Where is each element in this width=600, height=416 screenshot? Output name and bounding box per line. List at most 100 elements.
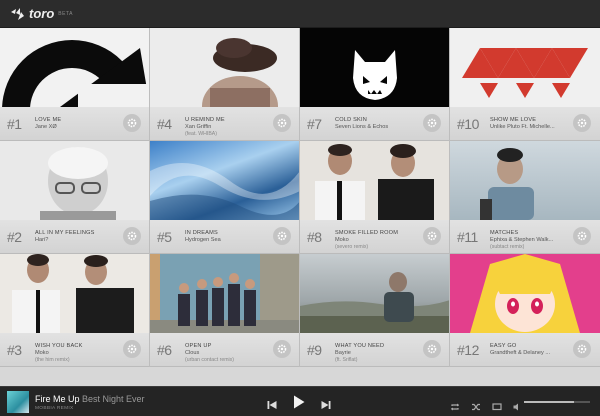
gear-icon[interactable] — [123, 227, 141, 245]
play-icon[interactable] — [293, 395, 305, 414]
gear-icon[interactable] — [273, 227, 291, 245]
track-artist: Hydrogen Sea — [185, 237, 221, 243]
track-rank: #12 — [457, 342, 479, 358]
gear-icon[interactable] — [573, 114, 591, 132]
album-art — [450, 141, 600, 220]
track-info: #2 ALL IN MY FEELINGS Hari? — [0, 220, 149, 254]
track-info: #4 U REMIND ME Xan Griffin (feat. WHIBA) — [150, 107, 299, 141]
track-tile[interactable]: #5 IN DREAMS Hydrogen Sea — [150, 141, 300, 254]
track-rank: #1 — [7, 116, 22, 132]
track-info: #5 IN DREAMS Hydrogen Sea — [150, 220, 299, 254]
track-artist: Bayrie — [335, 350, 351, 356]
song-subtitle: MOBBIA REMIX — [35, 406, 74, 411]
track-title: ALL IN MY FEELINGS — [35, 230, 95, 236]
track-artist: Clous — [185, 350, 200, 356]
album-art — [0, 254, 149, 333]
track-artist: Moko — [35, 350, 49, 356]
track-remix: (urban contact remix) — [185, 357, 235, 363]
track-grid: #1 LOVE ME Jane XØ #4 U REMIND ME Xan Gr… — [0, 28, 600, 386]
track-remix: (subtact remix) — [490, 244, 525, 250]
track-tile[interactable]: #1 LOVE ME Jane XØ — [0, 28, 150, 141]
repeat-icon[interactable] — [450, 398, 460, 416]
track-tile[interactable]: #7 COLD SKIN Seven Lions & Echos — [300, 28, 450, 141]
track-artist: Moko — [335, 237, 349, 243]
track-info: #8 SMOKE FILLED ROOM Moko (severo remix) — [300, 220, 449, 254]
track-title: IN DREAMS — [185, 230, 218, 236]
album-art — [450, 28, 600, 107]
track-artist: Jane XØ — [35, 124, 57, 130]
now-playing-title[interactable]: Fire Me Up Best Night Ever — [35, 394, 145, 404]
gear-icon[interactable] — [423, 340, 441, 358]
track-rank: #7 — [307, 116, 322, 132]
track-title: OPEN UP — [185, 343, 212, 349]
track-info: #12 EASY GO Grandtheft & Delaney ... — [450, 333, 600, 367]
track-tile[interactable]: #3 WISH YOU BACK Moko (the him remix) — [0, 254, 150, 367]
album-art — [150, 28, 299, 107]
album-art — [300, 141, 449, 220]
gear-icon[interactable] — [273, 340, 291, 358]
track-title: U REMIND ME — [185, 117, 225, 123]
gear-icon[interactable] — [423, 227, 441, 245]
track-remix: (feat. WHIBA) — [185, 131, 217, 137]
track-info: #6 OPEN UP Clous (urban contact remix) — [150, 333, 299, 367]
track-artist: Grandtheft & Delaney ... — [490, 350, 551, 356]
track-artist: Xan Griffin — [185, 124, 212, 130]
track-rank: #4 — [157, 116, 172, 132]
track-tile[interactable]: #8 SMOKE FILLED ROOM Moko (severo remix) — [300, 141, 450, 254]
track-tile[interactable]: #12 EASY GO Grandtheft & Delaney ... — [450, 254, 600, 367]
track-title: LOVE ME — [35, 117, 62, 123]
now-playing-art[interactable] — [7, 391, 29, 413]
track-tile[interactable]: #9 WHAT YOU NEED Bayrie (ft. Sriflat) — [300, 254, 450, 367]
track-rank: #9 — [307, 342, 322, 358]
toro-logo-icon — [10, 7, 26, 21]
track-rank: #2 — [7, 229, 22, 245]
track-info: #10 SHOW ME LOVE Unlike Pluto Ft. Michel… — [450, 107, 600, 141]
top-bar: toro BETA — [0, 0, 600, 28]
gear-icon[interactable] — [123, 114, 141, 132]
screen-icon[interactable] — [492, 398, 502, 416]
track-title: EASY GO — [490, 343, 517, 349]
track-tile[interactable]: #11 MATCHES Ephixa & Stephen Walk... (su… — [450, 141, 600, 254]
track-tile[interactable]: #4 U REMIND ME Xan Griffin (feat. WHIBA) — [150, 28, 300, 141]
track-artist: Unlike Pluto Ft. Michelle... — [490, 124, 555, 130]
skip-back-icon[interactable] — [267, 397, 277, 415]
track-title: MATCHES — [490, 230, 519, 236]
app-logo[interactable]: toro BETA — [10, 6, 73, 21]
player-bar: Fire Me Up Best Night Ever MOBBIA REMIX — [0, 386, 600, 416]
song-title: Fire Me Up — [35, 394, 80, 404]
album-art — [450, 254, 600, 333]
track-tile[interactable]: #10 SHOW ME LOVE Unlike Pluto Ft. Michel… — [450, 28, 600, 141]
volume-slider[interactable] — [524, 401, 590, 403]
track-artist: Ephixa & Stephen Walk... — [490, 237, 554, 243]
track-title: SHOW ME LOVE — [490, 117, 537, 123]
track-info: #11 MATCHES Ephixa & Stephen Walk... (su… — [450, 220, 600, 254]
track-info: #3 WISH YOU BACK Moko (the him remix) — [0, 333, 149, 367]
gear-icon[interactable] — [573, 340, 591, 358]
track-title: WHAT YOU NEED — [335, 343, 385, 349]
track-remix: (severo remix) — [335, 244, 369, 250]
track-remix: (the him remix) — [35, 357, 70, 363]
track-info: #7 COLD SKIN Seven Lions & Echos — [300, 107, 449, 141]
gear-icon[interactable] — [423, 114, 441, 132]
volume-icon[interactable] — [513, 398, 521, 416]
track-rank: #11 — [457, 229, 478, 245]
album-art — [150, 254, 299, 333]
track-info: #1 LOVE ME Jane XØ — [0, 107, 149, 141]
track-rank: #8 — [307, 229, 322, 245]
track-tile[interactable]: #6 OPEN UP Clous (urban contact remix) — [150, 254, 300, 367]
track-remix: (ft. Sriflat) — [335, 357, 358, 363]
shuffle-icon[interactable] — [471, 398, 481, 416]
album-art — [300, 254, 449, 333]
gear-icon[interactable] — [123, 340, 141, 358]
song-album: Best Night Ever — [82, 394, 145, 404]
album-art — [0, 141, 149, 220]
track-rank: #3 — [7, 342, 22, 358]
album-art — [0, 28, 149, 107]
gear-icon[interactable] — [273, 114, 291, 132]
track-rank: #5 — [157, 229, 172, 245]
track-rank: #10 — [457, 116, 479, 132]
album-art — [150, 141, 299, 220]
track-tile[interactable]: #2 ALL IN MY FEELINGS Hari? — [0, 141, 150, 254]
skip-forward-icon[interactable] — [321, 397, 331, 415]
gear-icon[interactable] — [573, 227, 591, 245]
